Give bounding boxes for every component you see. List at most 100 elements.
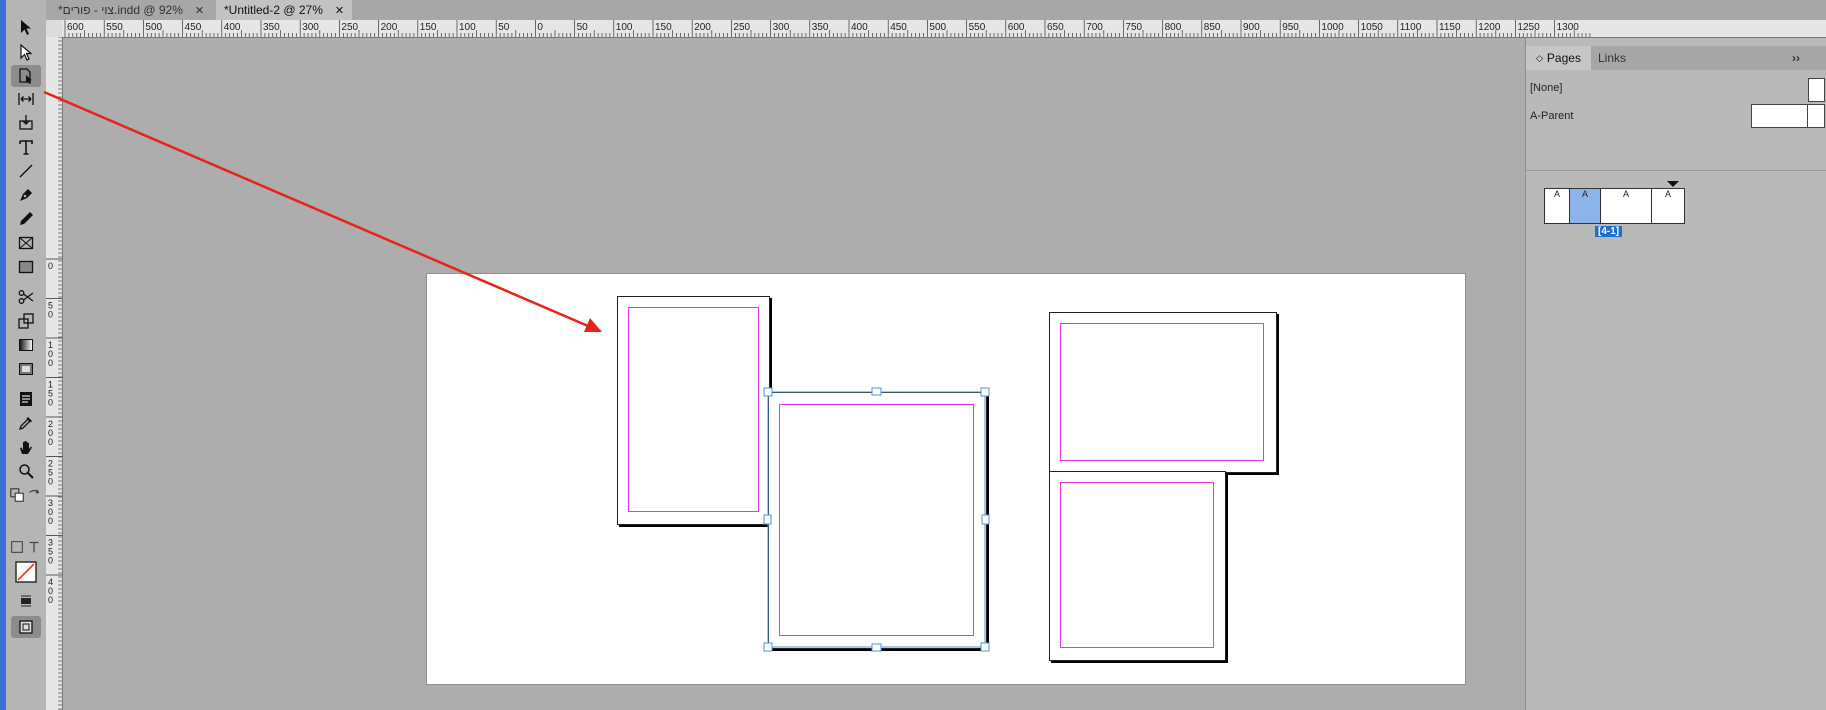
ruler-label: 150: [420, 22, 437, 33]
zoom-tool-icon[interactable]: [11, 460, 41, 482]
expand-icon: ◇: [1536, 52, 1543, 63]
rectangle-tool-icon[interactable]: [11, 256, 41, 278]
page-parent-letter: A: [1553, 189, 1560, 199]
spread-page-2[interactable]: A: [1569, 188, 1601, 224]
page-parent-letter: A: [1622, 189, 1629, 199]
collapse-panel-icon[interactable]: ››: [1788, 46, 1804, 70]
parent-a-left-thumbnail[interactable]: [1751, 104, 1808, 128]
formatting-container-icon[interactable]: [9, 536, 25, 558]
formatting-text-icon[interactable]: [26, 536, 42, 558]
page-4[interactable]: [1049, 471, 1226, 661]
ruler-label: 0: [48, 358, 53, 368]
gap-tool-icon[interactable]: [11, 88, 41, 110]
fill-stroke-swatch-icon[interactable]: [11, 561, 41, 583]
eyedropper-tool-icon[interactable]: [11, 412, 41, 434]
page-parent-letter: A: [1581, 189, 1588, 199]
scissors-tool-icon[interactable]: [11, 286, 41, 308]
tab-links[interactable]: Links: [1588, 46, 1636, 70]
page-selection-frame[interactable]: [762, 386, 993, 653]
parent-none-row[interactable]: [None]: [1526, 76, 1826, 102]
tools-panel: [6, 0, 47, 710]
ruler-label: 100: [616, 22, 633, 33]
spread-page-1[interactable]: A: [1544, 188, 1570, 224]
page-parent-letter: A: [1664, 189, 1671, 199]
ruler-label: 0: [48, 437, 53, 447]
document-tab-1[interactable]: *צוי - פורים.indd @ 92% ✕: [50, 0, 212, 20]
ruler-label: 1100: [1400, 22, 1422, 33]
free-transform-tool-icon[interactable]: [11, 310, 41, 332]
ruler-label: 650: [1047, 22, 1064, 33]
parent-a-right-thumbnail[interactable]: [1807, 104, 1825, 128]
vertical-ruler[interactable]: 050100150200250300350400: [46, 37, 63, 710]
ruler-label: 500: [929, 22, 946, 33]
ruler-label: 1050: [1361, 22, 1384, 33]
page-3[interactable]: [1049, 312, 1277, 473]
tab-pages-label: Pages: [1546, 51, 1581, 65]
pencil-tool-icon[interactable]: [11, 208, 41, 230]
content-collector-icon[interactable]: [11, 111, 41, 133]
pen-tool-icon[interactable]: [11, 184, 41, 206]
parent-none-label: [None]: [1530, 82, 1563, 94]
type-tool-icon[interactable]: [11, 136, 41, 158]
document-tab-title: *צוי - פורים.indd @ 92%: [58, 3, 183, 17]
parent-a-label: A-Parent: [1530, 110, 1574, 122]
gradient-swatch-tool-icon[interactable]: [11, 334, 41, 356]
parent-a-row[interactable]: A-Parent: [1526, 104, 1826, 130]
page-tool-icon[interactable]: [11, 65, 41, 87]
parent-none-thumbnail[interactable]: [1808, 78, 1825, 102]
screen-mode-icon[interactable]: [11, 616, 41, 638]
ruler-label: 0: [48, 516, 53, 526]
selection-tool-icon[interactable]: [11, 16, 41, 38]
swap-fill-stroke-icon[interactable]: [26, 484, 42, 506]
ruler-label: 200: [381, 22, 398, 33]
tab-pages[interactable]: ◇ Pages: [1526, 46, 1591, 70]
apply-color-icon[interactable]: [11, 590, 41, 612]
spread-area[interactable]: [426, 273, 1466, 685]
ruler-label: 300: [773, 22, 790, 33]
ruler-label: 400: [851, 22, 868, 33]
ruler-label: 350: [263, 22, 280, 33]
ruler-label: 0: [48, 261, 53, 271]
ruler-label: 1200: [1478, 22, 1501, 33]
ruler-label: 50: [577, 22, 589, 33]
horizontal-ruler[interactable]: 600 550 500 450 400 350 300 250 200 150 100 50 0 50 10…: [62, 20, 1826, 38]
ruler-label: 0: [48, 556, 53, 566]
ruler-label: 500: [145, 22, 162, 33]
direct-selection-tool-icon[interactable]: [11, 41, 41, 63]
horizontal-ruler-ticks: 600 550 500 450 400 350 300 250 200 150 100 50 0 50 10…: [64, 20, 1591, 37]
note-tool-icon[interactable]: [11, 388, 41, 410]
default-fill-stroke-icon[interactable]: [9, 484, 25, 506]
ruler-label: 300: [302, 22, 319, 33]
line-tool-icon[interactable]: [11, 160, 41, 182]
rectangle-frame-tool-icon[interactable]: [11, 232, 41, 254]
ruler-label: 600: [67, 22, 84, 33]
ruler-label: 700: [1086, 22, 1103, 33]
ruler-label: 1300: [1557, 22, 1580, 33]
gradient-feather-tool-icon[interactable]: [11, 358, 41, 380]
panel-tab-bar: ◇ Pages Links ››: [1526, 46, 1826, 70]
page-margin-guide: [1060, 323, 1264, 461]
ruler-label: 450: [185, 22, 202, 33]
ruler-label: 950: [1282, 22, 1299, 33]
spread-thumbnail[interactable]: A A A A [4-1]: [1544, 180, 1694, 240]
ruler-label: 100: [459, 22, 476, 33]
page-1[interactable]: [617, 296, 770, 525]
ruler-label: 0: [48, 310, 53, 320]
page-margin-guide: [628, 307, 759, 512]
ruler-label: 200: [694, 22, 711, 33]
ruler-label: 750: [1125, 22, 1142, 33]
document-tab-2[interactable]: *Untitled-2 @ 27% ✕: [216, 0, 353, 20]
close-icon[interactable]: ✕: [195, 4, 204, 17]
ruler-label: 150: [655, 22, 672, 33]
ruler-origin[interactable]: [46, 20, 63, 38]
vertical-ruler-ticks: 050100150200250300350400: [46, 37, 62, 710]
hand-tool-icon[interactable]: [11, 436, 41, 458]
close-icon[interactable]: ✕: [335, 4, 344, 17]
ruler-label: 1250: [1517, 22, 1540, 33]
ruler-label: 1150: [1439, 22, 1461, 33]
spread-page-label: [4-1]: [1595, 226, 1623, 237]
spread-page-3[interactable]: A: [1600, 188, 1652, 224]
spread-page-4[interactable]: A: [1651, 188, 1685, 224]
spread-caret-icon: [1667, 181, 1679, 187]
ruler-label: 800: [1165, 22, 1182, 33]
